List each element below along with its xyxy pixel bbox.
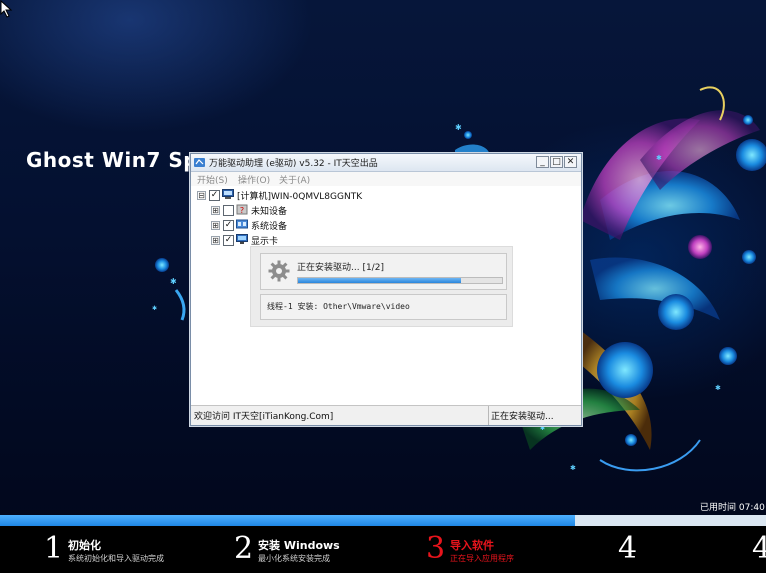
tree-root-item[interactable]: ⊟ ✓ [计算机]WIN-0QMVL8GGNTK xyxy=(197,189,397,202)
svg-text:✱: ✱ xyxy=(570,464,576,472)
thread-install-text: 线程-1 安装: Other\Vmware\video xyxy=(267,302,410,311)
window-titlebar[interactable]: 万能驱动助理 (e驱动) v5.32 - IT天空出品 _ □ ✕ xyxy=(191,154,581,172)
setup-progress-bar xyxy=(0,515,766,526)
tree-item-label: 未知设备 xyxy=(251,207,288,217)
step-number: 4 xyxy=(752,531,766,566)
thread-box: 线程-1 安装: Other\Vmware\video xyxy=(260,294,507,320)
menu-bar: 开始(S) 操作(O) 关于(A) xyxy=(191,172,581,186)
svg-text:✱: ✱ xyxy=(656,154,662,162)
step-subtitle: 最小化系统安装完成 xyxy=(258,554,330,563)
step-number: 4 xyxy=(618,531,638,566)
app-icon xyxy=(194,158,205,167)
step-title: 安装 Windows xyxy=(258,539,340,552)
expand-toggle[interactable]: ⊞ xyxy=(211,206,220,215)
driver-progress-fill xyxy=(298,278,462,283)
tree-item-system-devices[interactable]: ⊞ ✓ 系统设备 xyxy=(211,219,331,232)
maximize-button[interactable]: □ xyxy=(550,156,563,168)
setup-steps: 1 初始化 系统初始化和导入驱动完成 2 安装 Windows 最小化系统安装完… xyxy=(0,526,766,573)
install-progress-panel: 正在安装驱动... [1/2] 线程-1 安装: Other\Vmware\vi… xyxy=(250,246,513,327)
status-state: 正在安装驱动... xyxy=(491,412,554,422)
tree-item-unknown-devices[interactable]: ⊞ ? 未知设备 xyxy=(211,204,331,217)
minimize-button[interactable]: _ xyxy=(536,156,549,168)
step-title: 导入软件 xyxy=(450,539,494,552)
tree-item-checkbox[interactable]: ✓ xyxy=(223,220,234,231)
svg-text:✱: ✱ xyxy=(540,425,545,432)
svg-text:✱: ✱ xyxy=(152,305,157,312)
progress-box: 正在安装驱动... [1/2] xyxy=(260,253,507,290)
unknown-device-icon: ? xyxy=(236,204,248,215)
status-website: 欢迎访问 IT天空[iTianKong.Com] xyxy=(194,412,334,422)
step-number: 3 xyxy=(426,531,446,566)
expand-toggle[interactable]: ⊞ xyxy=(211,221,220,230)
menu-operate[interactable]: 操作(O) xyxy=(238,173,270,186)
window-title: 万能驱动助理 (e驱动) v5.32 - IT天空出品 xyxy=(209,159,378,169)
gear-icon xyxy=(268,260,290,282)
step-title: 初始化 xyxy=(68,539,101,552)
elapsed-time: 已用时间 07:40 xyxy=(700,503,765,513)
collapse-toggle[interactable]: ⊟ xyxy=(197,191,206,200)
tree-item-checkbox[interactable]: ✓ xyxy=(223,235,234,246)
tree-root-checkbox[interactable]: ✓ xyxy=(209,190,220,201)
display-adapter-icon xyxy=(236,234,248,244)
close-button[interactable]: ✕ xyxy=(564,156,577,168)
tree-item-checkbox[interactable] xyxy=(223,205,234,216)
step-subtitle: 正在导入应用程序 xyxy=(450,554,514,563)
mouse-cursor-icon xyxy=(0,0,13,18)
svg-text:✱: ✱ xyxy=(170,277,177,286)
step-number: 2 xyxy=(234,531,254,566)
status-bar: 欢迎访问 IT天空[iTianKong.Com] 正在安装驱动... xyxy=(191,405,581,425)
step-subtitle: 系统初始化和导入驱动完成 xyxy=(68,554,164,563)
menu-start[interactable]: 开始(S) xyxy=(197,173,228,186)
setup-progress-fill xyxy=(0,515,575,526)
svg-text:✱: ✱ xyxy=(455,123,462,132)
expand-toggle[interactable]: ⊞ xyxy=(211,236,220,245)
tree-item-label: 系统设备 xyxy=(251,222,288,232)
progress-status-text: 正在安装驱动... [1/2] xyxy=(297,263,384,273)
computer-icon xyxy=(222,189,234,199)
system-device-icon xyxy=(236,219,248,229)
svg-text:?: ? xyxy=(240,206,244,215)
status-divider xyxy=(488,406,489,425)
desktop-background: ✱ ✱ ✱ ✱ ✱ ✱ ✱ Ghost Win7 Sp1 X 万能驱动助理 (e… xyxy=(0,0,766,573)
driver-progress-bar xyxy=(297,277,503,284)
step-number: 1 xyxy=(44,531,64,566)
svg-text:✱: ✱ xyxy=(715,384,721,392)
menu-about[interactable]: 关于(A) xyxy=(279,173,310,186)
tree-root-label: [计算机]WIN-0QMVL8GGNTK xyxy=(237,192,363,202)
